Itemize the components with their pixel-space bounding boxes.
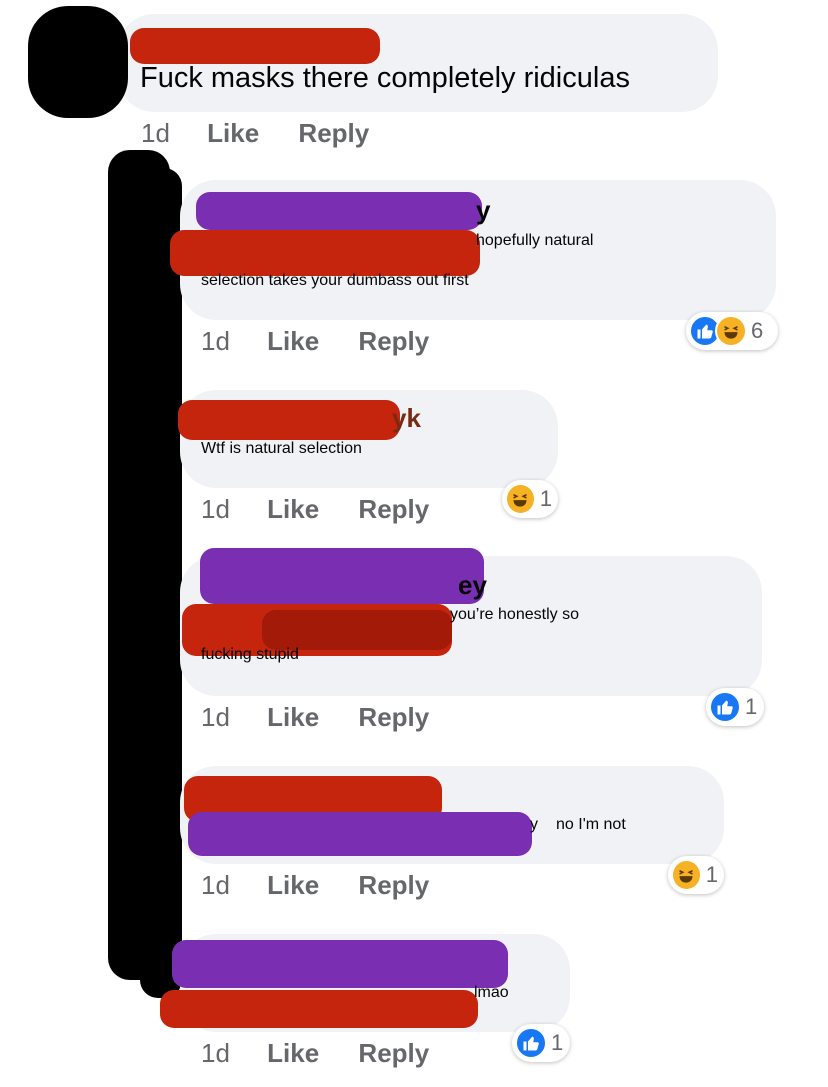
like-button[interactable]: Like	[207, 118, 259, 149]
reaction-count: 1	[551, 1030, 564, 1055]
haha-reaction-icon	[715, 315, 747, 347]
like-button[interactable]: Like	[267, 1038, 319, 1069]
like-reaction-icon	[515, 1027, 547, 1059]
comment-text-line-1: you’re honestly so	[450, 606, 579, 623]
like-reaction-icon	[709, 691, 741, 723]
author-name-fragment: ey	[458, 570, 487, 600]
like-button[interactable]: Like	[267, 326, 319, 357]
comment-actions: 1d Like Reply	[201, 870, 461, 901]
comment-actions: 1d Like Reply	[201, 494, 461, 525]
comment-timestamp: 1d	[201, 702, 230, 732]
haha-reaction-icon	[671, 859, 702, 891]
comment-text-line-2: selection takes your dumbass out first	[201, 272, 469, 289]
redacted-author-name	[172, 940, 508, 988]
reactions-summary[interactable]: 6	[686, 312, 778, 350]
redacted-author-name	[196, 192, 482, 230]
mention-fragment: y	[530, 816, 538, 833]
reaction-count: 6	[751, 318, 764, 343]
comment-actions: 1d Like Reply	[201, 702, 461, 733]
reaction-count: 1	[705, 862, 718, 887]
comment-timestamp: 1d	[201, 494, 230, 524]
comment-timestamp: 1d	[201, 326, 230, 356]
comment-actions: 1d Like Reply	[201, 326, 461, 357]
author-name-fragment: y	[476, 195, 491, 225]
comment-text-line-2: fucking stupid	[201, 646, 299, 663]
comment-text-line-1: hopefully natural	[476, 232, 594, 249]
comment-actions: 1d Like Reply	[141, 118, 401, 149]
redacted-avatar	[28, 6, 128, 118]
like-button[interactable]: Like	[267, 494, 319, 525]
redacted-mention	[188, 812, 532, 856]
redacted-mention	[170, 230, 480, 276]
reply-button[interactable]: Reply	[358, 326, 429, 357]
reactions-summary[interactable]: 1	[512, 1024, 570, 1062]
comment-text: Fuck masks there completely ridiculas	[140, 62, 630, 94]
reactions-summary[interactable]: 1	[668, 856, 724, 894]
reply-button[interactable]: Reply	[358, 494, 429, 525]
reply-button[interactable]: Reply	[298, 118, 369, 149]
reply-button[interactable]: Reply	[358, 870, 429, 901]
comment-text: no I'm not	[556, 816, 626, 833]
haha-reaction-icon	[505, 483, 536, 515]
redacted-author-name	[200, 548, 484, 604]
redacted-mention-overlay	[262, 610, 452, 650]
like-button[interactable]: Like	[267, 870, 319, 901]
author-name-fragment: yk	[392, 403, 421, 433]
reply-button[interactable]: Reply	[358, 702, 429, 733]
comment-actions: 1d Like Reply	[201, 1038, 461, 1069]
comment-timestamp: 1d	[141, 118, 170, 148]
reaction-count: 1	[539, 486, 552, 511]
redacted-author-name	[130, 28, 380, 64]
redacted-author-name	[178, 400, 400, 440]
comment-timestamp: 1d	[201, 1038, 230, 1068]
reply-button[interactable]: Reply	[358, 1038, 429, 1069]
reaction-count: 1	[745, 694, 758, 719]
reactions-summary[interactable]: 1	[502, 480, 558, 518]
comment-text: Wtf is natural selection	[201, 440, 362, 457]
reactions-summary[interactable]: 1	[706, 688, 764, 726]
comment-timestamp: 1d	[201, 870, 230, 900]
like-button[interactable]: Like	[267, 702, 319, 733]
redacted-avatar-column-2	[140, 168, 182, 998]
comment-text: lmao	[474, 984, 509, 1001]
redacted-mention	[160, 990, 478, 1028]
